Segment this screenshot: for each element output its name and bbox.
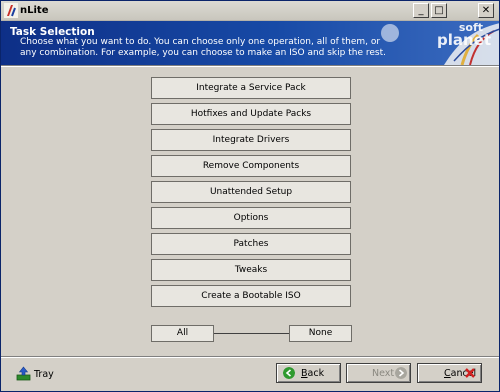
minimize-button[interactable]: _ (413, 3, 429, 18)
watermark-planet: planet (436, 31, 491, 49)
nlite-window: nLite _ □ ✕ Task Selection Choose what y… (0, 0, 500, 392)
task-options-button[interactable]: Options (151, 207, 351, 229)
close-button[interactable]: ✕ (478, 3, 494, 18)
back-button[interactable]: Back (276, 363, 341, 383)
tray-icon (16, 366, 31, 381)
task-unattended-setup-button[interactable]: Unattended Setup (151, 181, 351, 203)
softplanet-watermark: soft planet (436, 22, 491, 49)
back-label-rest: ack (307, 368, 325, 379)
cancel-button[interactable]: Cancel (417, 363, 482, 383)
select-all-button[interactable]: All (151, 325, 214, 342)
footer-divider (1, 356, 499, 358)
title-bar[interactable]: nLite _ □ ✕ (1, 1, 499, 21)
selection-connector-line (214, 333, 289, 334)
maximize-button[interactable]: □ (431, 3, 447, 18)
task-hotfixes-button[interactable]: Hotfixes and Update Packs (151, 103, 351, 125)
cancel-label-mnemonic: C (444, 368, 451, 379)
page-header: Task Selection Choose what you want to d… (1, 21, 499, 65)
back-label: Back (301, 368, 324, 379)
next-arrow-icon (395, 367, 407, 379)
task-remove-components-button[interactable]: Remove Components (151, 155, 351, 177)
task-tweaks-button[interactable]: Tweaks (151, 259, 351, 281)
task-patches-button[interactable]: Patches (151, 233, 351, 255)
next-button[interactable]: Next (346, 363, 411, 383)
task-create-bootable-iso-button[interactable]: Create a Bootable ISO (151, 285, 351, 307)
select-none-button[interactable]: None (289, 325, 352, 342)
window-title: nLite (20, 5, 49, 16)
task-integrate-service-pack-button[interactable]: Integrate a Service Pack (151, 77, 351, 99)
nlite-app-icon (4, 3, 18, 18)
header-divider (1, 65, 499, 67)
tray-label: Tray (34, 369, 54, 380)
task-integrate-drivers-button[interactable]: Integrate Drivers (151, 129, 351, 151)
next-label: Next (372, 368, 395, 379)
page-description: Choose what you want to do. You can choo… (20, 37, 386, 58)
cancel-x-icon (465, 368, 475, 378)
back-arrow-icon (283, 367, 295, 379)
